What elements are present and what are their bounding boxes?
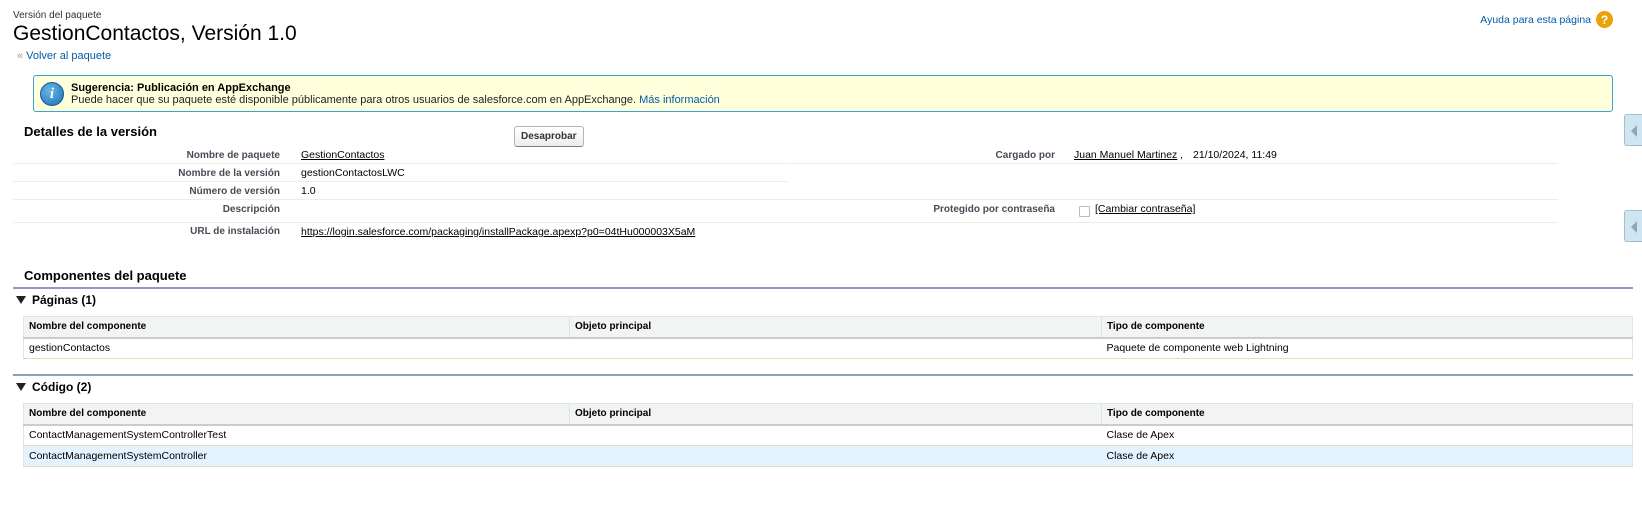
- column-header-main-object[interactable]: Objeto principal: [569, 403, 1102, 426]
- password-protected-label: Protegido por contraseña: [933, 204, 1055, 215]
- version-details-title: Detalles de la versión: [24, 124, 157, 139]
- pages-group-toggle[interactable]: Páginas (1): [16, 293, 96, 307]
- main-object-cell: [569, 424, 1102, 446]
- component-name-cell: gestionContactos: [23, 337, 570, 359]
- password-protected-checkbox: [1079, 206, 1090, 217]
- page-title: GestionContactos, Versión 1.0: [13, 22, 297, 45]
- column-header-main-object[interactable]: Objeto principal: [569, 316, 1102, 339]
- table-row[interactable]: ContactManagementSystemControllerTest Cl…: [23, 424, 1633, 446]
- pages-group-title: Páginas (1): [32, 293, 97, 307]
- version-name-value: gestionContactosLWC: [301, 167, 405, 179]
- pages-table: Nombre del componente Objeto principal T…: [23, 316, 1633, 359]
- back-arrow-icon: «: [17, 50, 24, 62]
- column-header-component-name[interactable]: Nombre del componente: [23, 316, 570, 339]
- tip-body: Puede hacer que su paquete esté disponib…: [71, 94, 720, 106]
- help-for-page[interactable]: Ayuda para esta página ?: [1480, 11, 1613, 28]
- package-components-title: Componentes del paquete: [24, 268, 187, 283]
- section-divider: [13, 374, 1633, 376]
- table-header-row: Nombre del componente Objeto principal T…: [23, 316, 1633, 339]
- component-type-cell: Paquete de componente web Lightning: [1101, 337, 1633, 359]
- tip-title: Sugerencia: Publicación en AppExchange: [71, 82, 291, 94]
- description-label: Descripción: [222, 204, 280, 215]
- package-name-link[interactable]: GestionContactos: [301, 149, 384, 161]
- uploaded-by-user-link[interactable]: Juan Manuel Martinez: [1074, 149, 1177, 161]
- page-type-label: Versión del paquete: [13, 10, 102, 21]
- main-object-cell: [569, 337, 1102, 359]
- info-icon: i: [40, 82, 64, 106]
- version-name-label: Nombre de la versión: [178, 168, 280, 179]
- tip-body-text: Puede hacer que su paquete esté disponib…: [71, 94, 637, 106]
- appexchange-tip-box: i Sugerencia: Publicación en AppExchange…: [33, 75, 1613, 112]
- uploaded-date: 21/10/2024, 11:49: [1193, 149, 1277, 161]
- table-header-row: Nombre del componente Objeto principal T…: [23, 403, 1633, 426]
- code-group-toggle[interactable]: Código (2): [16, 380, 91, 394]
- divider: [790, 163, 1558, 164]
- divider: [13, 163, 788, 164]
- comma-separator: ,: [1180, 149, 1183, 161]
- divider: [13, 199, 1558, 200]
- change-password-link[interactable]: [Cambiar contraseña]: [1095, 203, 1195, 215]
- back-to-package-link[interactable]: «Volver al paquete: [17, 50, 111, 62]
- divider: [13, 222, 1558, 223]
- column-header-component-type[interactable]: Tipo de componente: [1101, 403, 1633, 426]
- component-type-cell: Clase de Apex: [1101, 445, 1633, 467]
- deprecate-button[interactable]: Desaprobar: [514, 126, 584, 147]
- help-question-icon[interactable]: ?: [1596, 11, 1613, 28]
- back-link-label[interactable]: Volver al paquete: [26, 50, 111, 62]
- collapse-triangle-icon: [16, 383, 26, 391]
- code-table: Nombre del componente Objeto principal T…: [23, 403, 1633, 467]
- section-divider: [13, 287, 1633, 289]
- more-info-link[interactable]: Más información: [639, 94, 720, 106]
- divider: [13, 181, 788, 182]
- component-name-cell: ContactManagementSystemControllerTest: [23, 424, 570, 446]
- component-type-cell: Clase de Apex: [1101, 424, 1633, 446]
- table-row[interactable]: gestionContactos Paquete de componente w…: [23, 337, 1633, 359]
- version-number-label: Número de versión: [189, 186, 280, 197]
- help-link[interactable]: Ayuda para esta página: [1480, 14, 1591, 26]
- code-group-title: Código (2): [32, 380, 92, 394]
- collapse-triangle-icon: [16, 296, 26, 304]
- package-name-label: Nombre de paquete: [186, 150, 280, 161]
- sidebar-toggle-tab[interactable]: [1624, 114, 1642, 146]
- sidebar-toggle-tab[interactable]: [1624, 210, 1642, 242]
- install-url-label: URL de instalación: [190, 226, 280, 237]
- table-row[interactable]: ContactManagementSystemController Clase …: [23, 445, 1633, 467]
- column-header-component-type[interactable]: Tipo de componente: [1101, 316, 1633, 339]
- version-number-value: 1.0: [301, 185, 316, 197]
- uploaded-by-label: Cargado por: [995, 150, 1055, 161]
- page-header: Versión del paquete GestionContactos, Ve…: [13, 10, 297, 46]
- component-name-cell: ContactManagementSystemController: [23, 445, 570, 467]
- install-url-link[interactable]: https://login.salesforce.com/packaging/i…: [301, 226, 695, 238]
- column-header-component-name[interactable]: Nombre del componente: [23, 403, 570, 426]
- main-object-cell: [569, 445, 1102, 467]
